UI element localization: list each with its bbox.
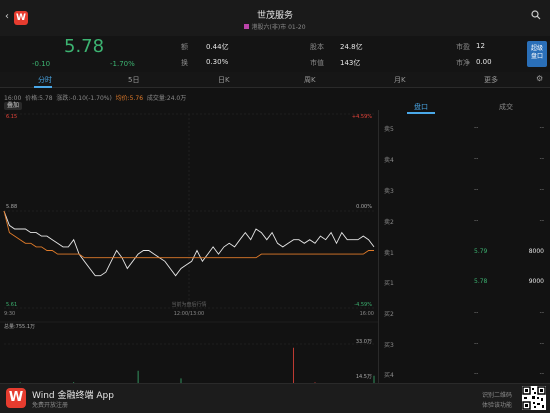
price-change-pct: -1.70% [110, 60, 135, 68]
orderbook-row: 卖3 -- -- [378, 186, 550, 196]
stat-value: 0.44亿 [206, 43, 229, 51]
settings-gear-icon[interactable]: ⚙ [536, 74, 543, 83]
after-hours-watermark: 当前为盘后行情 [171, 301, 206, 308]
orderbook-price: -- [474, 340, 479, 347]
orderbook-price: -- [474, 309, 479, 316]
orderbook-price: -- [474, 370, 479, 377]
stat-value: 12 [476, 42, 485, 50]
qr-code[interactable] [522, 386, 546, 410]
pct-mid-label: 0.00% [356, 204, 372, 210]
period-tabs: 分时 5日 日K 周K 月K 更多 ⚙ [0, 72, 550, 88]
orderbook-level: 卖3 [384, 188, 394, 195]
stock-title: 世茂服务 [256, 11, 293, 21]
orderbook-level: 买4 [384, 372, 394, 379]
orderbook-row: 买3 -- -- [378, 340, 550, 350]
stat-label: 市净 [456, 59, 470, 67]
stat-value: 24.8亿 [340, 43, 363, 51]
stat-label: 换 [181, 59, 188, 67]
orderbook-volume: -- [539, 217, 544, 224]
orderbook-row: 卖5 -- -- [378, 124, 550, 134]
orderbook-level: 买2 [384, 311, 394, 318]
wind-app-logo: W [6, 388, 26, 408]
tab-intraday[interactable]: 分时 [38, 75, 52, 85]
orderbook-volume: -- [539, 124, 544, 131]
volume-total-label: 总量:755.1万 [4, 323, 35, 330]
tab-monthly-k[interactable]: 月K [394, 75, 406, 85]
intraday-chart: 6.15 5.88 5.61 +4.59% 0.00% -4.59% 9:30 12:00/1… [0, 113, 378, 386]
price-change: -0.10 [32, 60, 51, 68]
pct-bottom-label: -4.59% [354, 302, 372, 308]
orderbook-volume: -- [539, 186, 544, 193]
current-price: 5.78 [64, 36, 105, 57]
orderbook-volume: -- [539, 309, 544, 316]
orderbook-level: 卖4 [384, 157, 394, 164]
stat-label: 市盈 [456, 43, 470, 51]
stat-label: 额 [181, 43, 188, 51]
orderbook-price: -- [474, 155, 479, 162]
orderbook-volume: -- [539, 370, 544, 377]
orderbook-row: 卖4 -- -- [378, 155, 550, 165]
y-axis-top-label: 6.15 [6, 114, 17, 120]
stat-label: 股本 [310, 43, 324, 51]
search-icon[interactable] [531, 10, 541, 22]
orderbook-price: -- [474, 124, 479, 131]
orderbook-level: 卖1 [384, 250, 394, 257]
orderbook-price: 5.79 [474, 248, 488, 255]
orderbook-row: 买2 -- -- [378, 309, 550, 319]
app-promo-footer[interactable]: W Wind 金融终端 App 免费开放注册 识别二维码 体验该功能 [0, 383, 550, 413]
y-axis-bottom-label: 5.61 [6, 302, 17, 308]
market-status: 港股六(非)市 01-20 [251, 24, 306, 31]
orderbook-volume: 9000 [528, 278, 544, 285]
orderbook-volume: 8000 [528, 248, 544, 255]
x-axis-end-label: 16:00 [360, 311, 374, 317]
stat-label: 市值 [310, 59, 324, 67]
divider [378, 110, 379, 388]
stat-value: 143亿 [340, 59, 361, 67]
orderbook-price: -- [474, 217, 479, 224]
app-subtitle: 免费开放注册 [32, 402, 69, 409]
orderbook-row: 买1 5.78 9000 [378, 278, 550, 288]
orderbook-level: 买3 [384, 342, 394, 349]
quote-panel: 5.78 -0.10 -1.70% 额 0.44亿 换 0.30% 股本 24.… [0, 36, 550, 72]
tab-5day[interactable]: 5日 [128, 75, 139, 85]
market-flag-icon [244, 24, 250, 29]
stat-value: 0.00 [476, 58, 492, 66]
orderbook-row: 卖2 -- -- [378, 217, 550, 227]
super-orderbook-button[interactable]: 超级 盘口 [527, 41, 547, 67]
tab-more[interactable]: 更多 [484, 75, 498, 85]
orderbook: 卖5 -- -- 卖4 -- -- 卖3 -- -- 卖2 -- -- 卖1 5.79 8000 买1 5.78… [378, 100, 550, 388]
volume-mid-label: 14.5万 [356, 374, 372, 380]
qr-hint-2: 体验该功能 [482, 402, 513, 409]
orderbook-row: 买4 -- -- [378, 370, 550, 380]
qr-hint-1: 识别二维码 [482, 392, 513, 399]
orderbook-volume: -- [539, 340, 544, 347]
orderbook-volume: -- [539, 155, 544, 162]
orderbook-level: 买1 [384, 280, 394, 287]
stat-value: 0.30% [206, 58, 229, 66]
top-bar: ‹ W 世茂服务 港股六(非)市 01-20 [0, 0, 550, 36]
tab-weekly-k[interactable]: 周K [304, 75, 316, 85]
pct-top-label: +4.59% [352, 114, 372, 120]
orderbook-level: 卖2 [384, 219, 394, 226]
stock-subtitle: 港股六(非)市 01-20 [0, 22, 550, 31]
tab-daily-k[interactable]: 日K [218, 75, 230, 85]
x-axis-start-label: 9:30 [4, 311, 15, 317]
x-axis-mid-label: 12:00/13:00 [174, 311, 205, 317]
y-axis-mid-label: 5.88 [6, 204, 17, 210]
orderbook-level: 卖5 [384, 126, 394, 133]
orderbook-price: -- [474, 186, 479, 193]
orderbook-price: 5.78 [474, 278, 488, 285]
orderbook-row: 卖1 5.79 8000 [378, 248, 550, 258]
